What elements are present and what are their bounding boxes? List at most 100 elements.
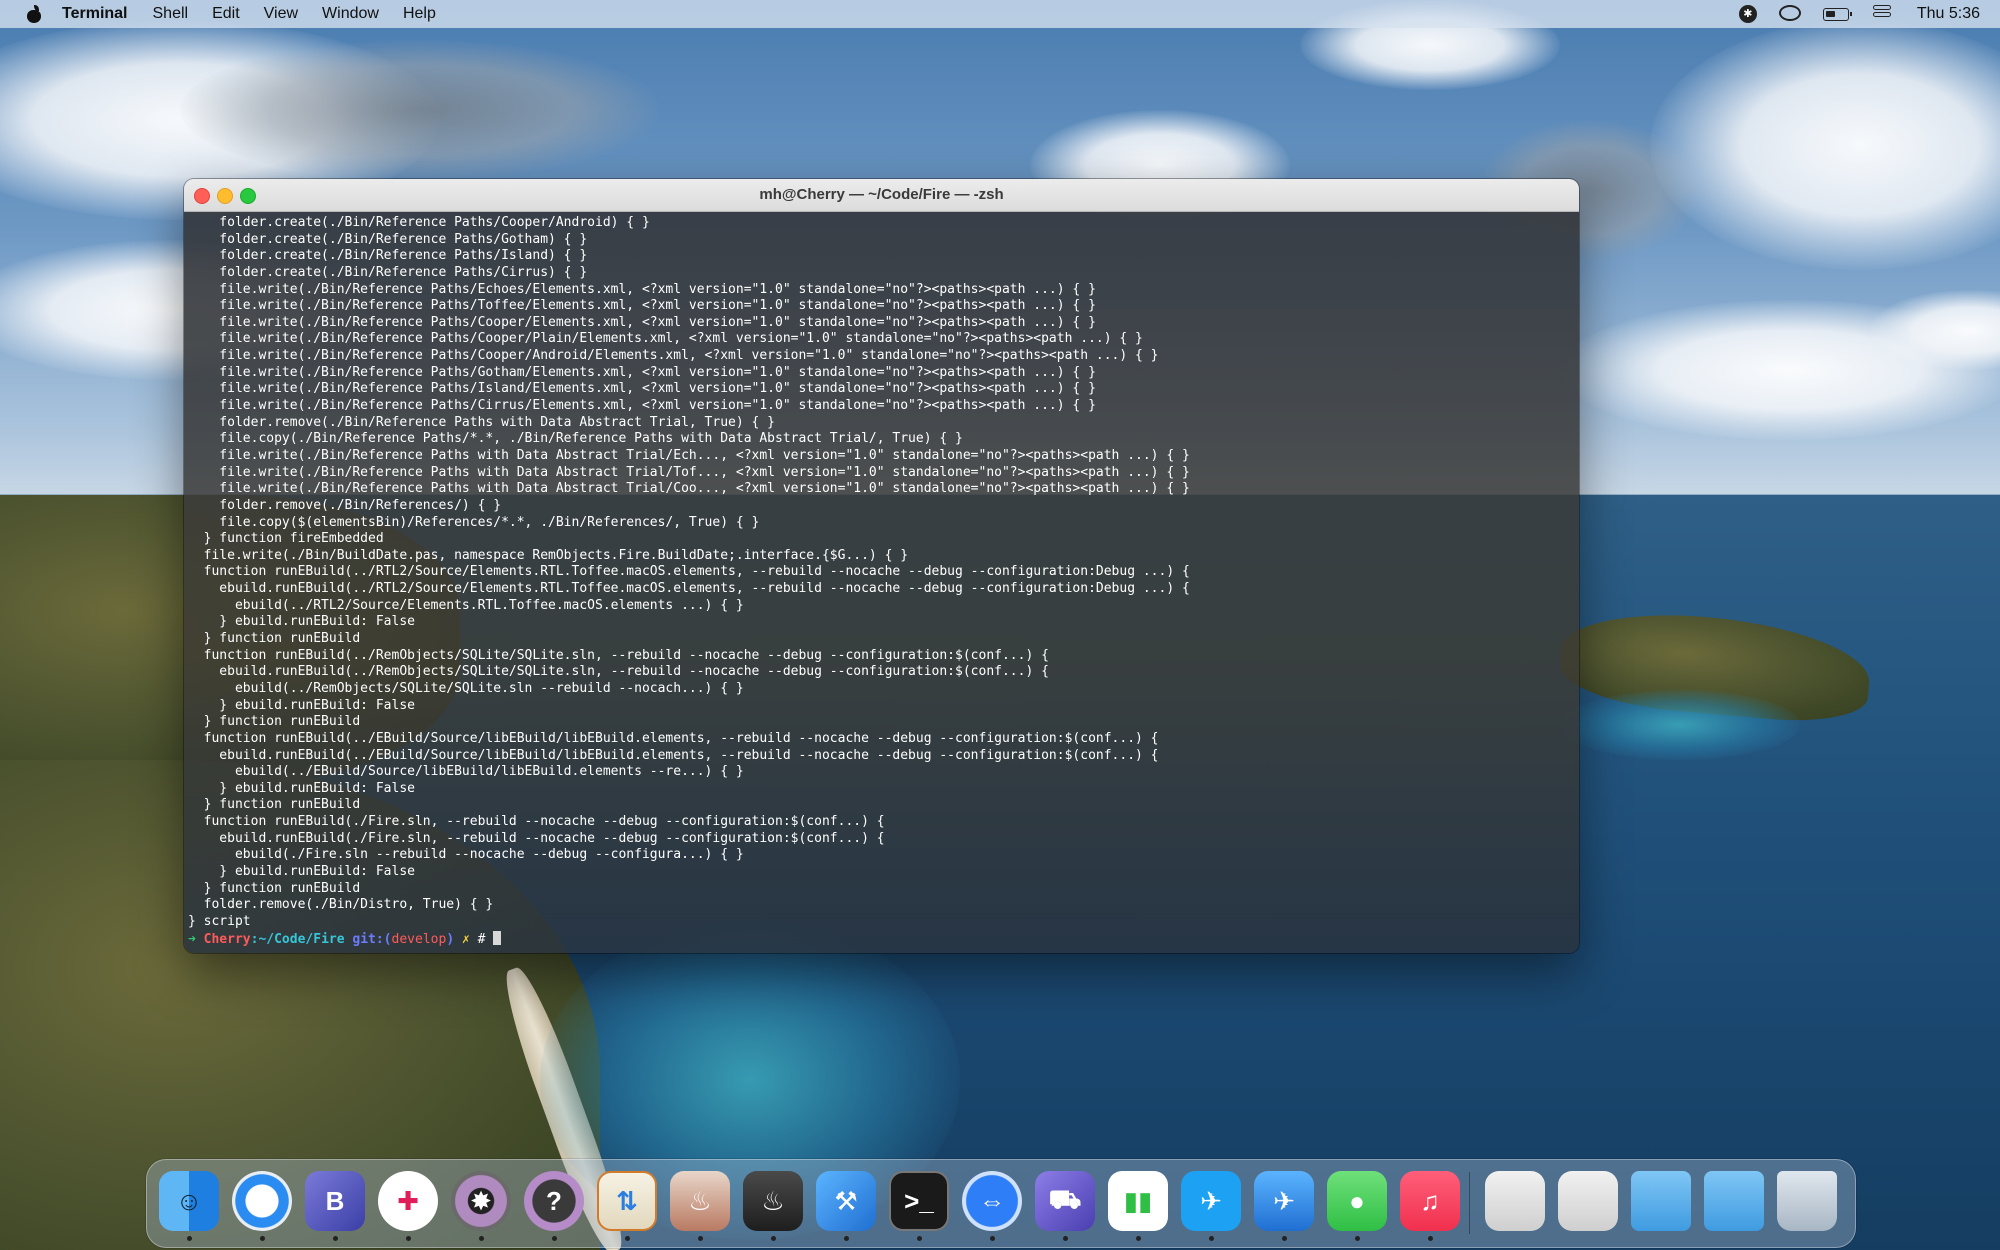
builder-icon[interactable]: ⛟: [1035, 1171, 1095, 1231]
prompt-git-close: ): [446, 931, 455, 947]
terminal-line: } function fireEmbedded: [188, 531, 384, 547]
prompt-host: Cherry: [203, 931, 251, 947]
running-indicator: [260, 1236, 265, 1241]
battery-icon[interactable]: [1822, 5, 1852, 23]
menu-clock[interactable]: Thu 5:36: [1917, 5, 1980, 23]
terminal-line: file.write(./Bin/Reference Paths/Cooper/…: [188, 331, 1143, 347]
bluetooth-icon[interactable]: ✱: [1738, 5, 1757, 23]
fire-icon[interactable]: ♨: [743, 1171, 803, 1231]
prompt-git-label: git:(: [352, 931, 392, 947]
terminal-line: file.write(./Bin/Reference Paths/Cooper/…: [188, 314, 1096, 330]
menu-shell[interactable]: Shell: [153, 5, 189, 23]
terminal-line: folder.create(./Bin/Reference Paths/Cirr…: [188, 264, 588, 280]
running-indicator: [990, 1236, 995, 1241]
numbers-icon[interactable]: ▮▮: [1108, 1171, 1168, 1231]
bbedit-icon[interactable]: B: [305, 1171, 365, 1231]
terminal-line: folder.remove(./Bin/Reference Paths with…: [188, 414, 775, 430]
terminal-line: function runEBuild(../EBuild/Source/libE…: [188, 730, 1159, 746]
trash-icon[interactable]: [1777, 1171, 1837, 1231]
terminal-line: ebuild.runEBuild(../RTL2/Source/Elements…: [188, 581, 1190, 597]
terminal-line: } ebuild.runEBuild: False: [188, 697, 415, 713]
finder-icon[interactable]: ☺: [159, 1171, 219, 1231]
running-indicator: [479, 1236, 484, 1241]
running-indicator: [1428, 1236, 1433, 1241]
terminal-icon[interactable]: >_: [889, 1171, 949, 1231]
running-indicator: [1063, 1236, 1068, 1241]
bug-tracker-icon[interactable]: ✸: [451, 1171, 511, 1231]
prompt-dirty-flag: ✗: [461, 931, 470, 947]
terminal-line: } ebuild.runEBuild: False: [188, 780, 415, 796]
running-indicator: [844, 1236, 849, 1241]
terminal-line: } ebuild.runEBuild: False: [188, 614, 415, 630]
terminal-line: folder.create(./Bin/Reference Paths/Goth…: [188, 231, 588, 247]
transmit-icon[interactable]: ⇅: [597, 1171, 657, 1231]
terminal-content[interactable]: folder.create(./Bin/Reference Paths/Coop…: [184, 212, 1579, 953]
terminal-line: ebuild.runEBuild(./Fire.sln, --rebuild -…: [188, 830, 885, 846]
menu-window[interactable]: Window: [322, 5, 379, 23]
terminal-line: file.write(./Bin/Reference Paths with Da…: [188, 447, 1190, 463]
downloads-stack-icon[interactable]: [1704, 1171, 1764, 1231]
running-indicator: [625, 1236, 630, 1241]
help-icon[interactable]: ?: [524, 1171, 584, 1231]
menu-view[interactable]: View: [264, 5, 298, 23]
terminal-line: } function runEBuild: [188, 631, 361, 647]
safari-icon[interactable]: ✦: [232, 1171, 292, 1231]
terminal-line: } script: [188, 913, 251, 929]
terminal-window: mh@Cherry — ~/Code/Fire — -zsh folder.cr…: [184, 179, 1579, 953]
terminal-line: file.write(./Bin/Reference Paths/Echoes/…: [188, 281, 1096, 297]
terminal-line: file.copy($(elementsBin)/References/*.*,…: [188, 514, 760, 530]
text-cursor: [493, 930, 502, 945]
terminal-line: } function runEBuild: [188, 797, 361, 813]
archive-stack-2-icon[interactable]: [1558, 1171, 1618, 1231]
running-indicator: [1355, 1236, 1360, 1241]
terminal-line: } ebuild.runEBuild: False: [188, 863, 415, 879]
fire-ide-icon[interactable]: ♨: [670, 1171, 730, 1231]
window-titlebar[interactable]: mh@Cherry — ~/Code/Fire — -zsh: [184, 179, 1579, 212]
terminal-line: } function runEBuild: [188, 714, 361, 730]
teamviewer-icon[interactable]: ⇔: [962, 1171, 1022, 1231]
terminal-line: file.write(./Bin/Reference Paths with Da…: [188, 464, 1190, 480]
running-indicator: [552, 1236, 557, 1241]
prompt-path: ~/Code/Fire: [258, 931, 345, 947]
terminal-line: ebuild(./Fire.sln --rebuild --nocache --…: [188, 847, 744, 863]
terminal-line: file.write(./Bin/BuildDate.pas, namespac…: [188, 547, 909, 563]
music-icon[interactable]: ♫: [1400, 1171, 1460, 1231]
slack-icon[interactable]: ✚: [378, 1171, 438, 1231]
terminal-line: file.write(./Bin/Reference Paths/Cooper/…: [188, 348, 1159, 364]
folder-stack-icon[interactable]: [1631, 1171, 1691, 1231]
control-center-icon[interactable]: [1872, 5, 1895, 23]
menu-edit[interactable]: Edit: [212, 5, 240, 23]
apple-menu-icon[interactable]: [26, 5, 42, 23]
terminal-line: file.write(./Bin/Reference Paths with Da…: [188, 481, 1190, 497]
terminal-line: folder.remove(./Bin/References/) { }: [188, 497, 502, 513]
testflight-icon[interactable]: ✈: [1254, 1171, 1314, 1231]
shell-prompt[interactable]: ➜ Cherry:~/Code/Fire git:(develop) ✗ #: [188, 930, 1190, 948]
dock: ☺ ✦ B ✚ ✸? ⇅ ♨ ♨ ⚒ >_ ⇔ ⛟ ▮▮ ✈ ✈ ● ♫: [146, 1159, 1856, 1248]
terminal-line: file.write(./Bin/Reference Paths/Gotham/…: [188, 364, 1096, 380]
terminal-line: ebuild(../RemObjects/SQLite/SQLite.sln -…: [188, 680, 744, 696]
menu-app-name[interactable]: Terminal: [62, 5, 128, 23]
archive-stack-1-icon[interactable]: [1485, 1171, 1545, 1231]
running-indicator: [1209, 1236, 1214, 1241]
terminal-line: function runEBuild(../RTL2/Source/Elemen…: [188, 564, 1190, 580]
running-indicator: [771, 1236, 776, 1241]
terminal-line: file.write(./Bin/Reference Paths/Island/…: [188, 381, 1096, 397]
terminal-line: function runEBuild(../RemObjects/SQLite/…: [188, 647, 1049, 663]
terminal-output: folder.create(./Bin/Reference Paths/Coop…: [188, 215, 1190, 947]
twitter-icon[interactable]: ✈: [1181, 1171, 1241, 1231]
messages-icon[interactable]: ●: [1327, 1171, 1387, 1231]
terminal-line: } function runEBuild: [188, 880, 361, 896]
running-indicator: [1136, 1236, 1141, 1241]
prompt-branch: develop: [391, 931, 447, 947]
terminal-line: folder.remove(./Bin/Distro, True) { }: [188, 897, 494, 913]
menu-help[interactable]: Help: [403, 5, 436, 23]
creative-cloud-icon[interactable]: [1778, 5, 1801, 23]
terminal-line: ebuild.runEBuild(../RemObjects/SQLite/SQ…: [188, 664, 1049, 680]
running-indicator: [698, 1236, 703, 1241]
dock-separator: [1469, 1172, 1470, 1234]
terminal-line: file.write(./Bin/Reference Paths/Toffee/…: [188, 298, 1096, 314]
prompt-arrow: ➜: [188, 931, 196, 947]
terminal-line: file.write(./Bin/Reference Paths/Cirrus/…: [188, 398, 1096, 414]
xcode-icon[interactable]: ⚒: [816, 1171, 876, 1231]
terminal-line: ebuild(../RTL2/Source/Elements.RTL.Toffe…: [188, 597, 744, 613]
